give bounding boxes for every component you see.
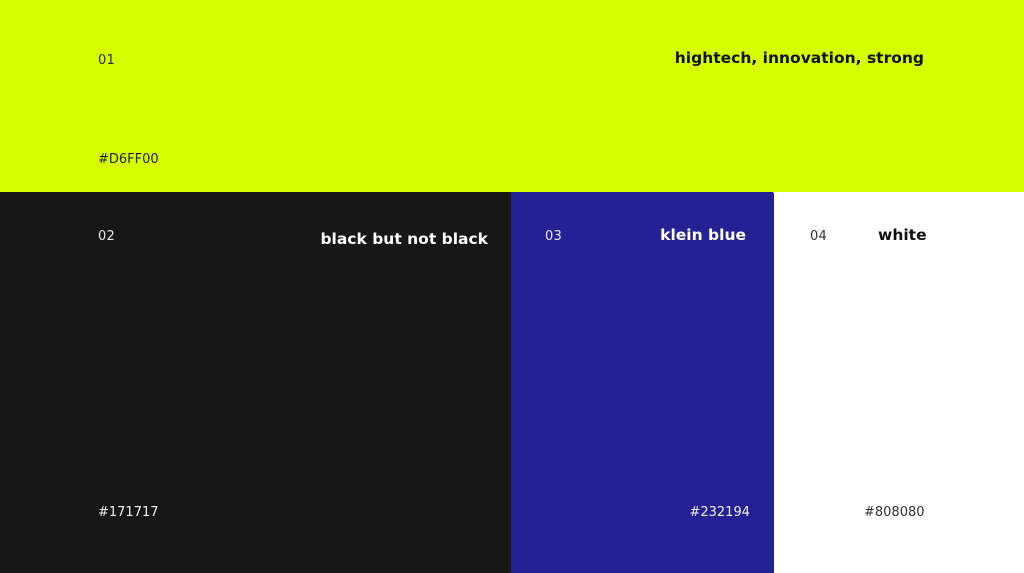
swatch-black: 02 black but not black #171717 [0, 192, 512, 573]
swatch-label: hightech, innovation, strong [674, 49, 924, 67]
swatch-klein-blue: 03 klein blue #232194 [511, 192, 774, 573]
swatch-hex-code: #232194 [689, 505, 750, 520]
swatch-hex-code: #171717 [98, 505, 159, 520]
swatch-hex-code: #D6FF00 [98, 152, 159, 167]
swatch-white: 04 white #808080 [774, 192, 1024, 573]
swatch-label: klein blue [660, 226, 746, 244]
swatch-number: 01 [98, 53, 115, 68]
swatch-lime: 01 hightech, innovation, strong #D6FF00 [0, 0, 1024, 192]
swatch-number: 04 [810, 229, 827, 244]
swatch-label: white [878, 226, 927, 244]
swatch-number: 02 [98, 229, 115, 244]
swatch-number: 03 [545, 229, 562, 244]
swatch-hex-code: #808080 [864, 505, 925, 520]
swatch-label: black but not black [320, 230, 488, 248]
